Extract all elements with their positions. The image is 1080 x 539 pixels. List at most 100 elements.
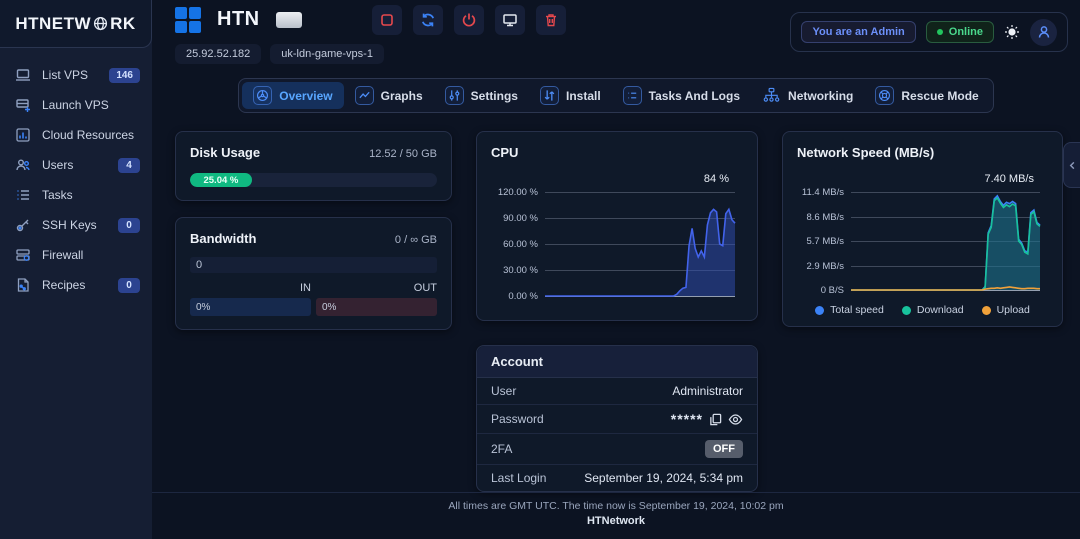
network-speed-title: Network Speed (MB/s) (797, 145, 935, 160)
console-button[interactable] (494, 4, 525, 35)
tab[interactable]: Overview (242, 82, 344, 109)
sidebar-item[interactable]: Tasks (0, 180, 152, 210)
tab[interactable]: Settings (434, 82, 529, 109)
sidebar-item-label: Launch VPS (42, 98, 109, 112)
sidebar-item[interactable]: List VPS 146 (0, 60, 152, 90)
legend-dot-icon (901, 305, 911, 315)
y-tick-label: 60.00 % (503, 239, 538, 250)
power-icon (461, 12, 477, 28)
console-monitor-icon (502, 12, 518, 28)
tabs-wrap: Overview Graphs Settings Install Tasks A… (152, 78, 1080, 113)
network-chart: 11.4 MB/s 8.6 MB/s 5.7 MB/s 2.9 MB/s 0 B/S (802, 187, 1040, 296)
ip-tag[interactable]: 25.92.52.182 (175, 44, 262, 64)
sidebar-item-label: Cloud Resources (42, 128, 135, 142)
brand-logo: HTNETW RK (0, 0, 152, 48)
overview-icon (253, 86, 273, 105)
bandwidth-card: Bandwidth 0 / ∞ GB 0 IN OUT 0% 0% (175, 217, 452, 330)
server-plus-icon (14, 97, 31, 114)
admin-badge[interactable]: You are an Admin (801, 21, 916, 43)
power-button[interactable] (453, 4, 484, 35)
stop-icon (379, 12, 395, 28)
network-legend: Total speed Download Upload (797, 304, 1048, 316)
tab-label: Settings (470, 88, 518, 103)
account-password-row: Password ***** (477, 405, 757, 434)
footer-time-note: All times are GMT UTC. The time now is S… (448, 500, 784, 512)
recipe-icon (14, 277, 31, 294)
delete-button[interactable] (535, 4, 566, 35)
globe-icon (93, 16, 108, 31)
y-tick-label: 120.00 % (497, 187, 538, 198)
flag-icon (275, 11, 302, 28)
tab-bar: Overview Graphs Settings Install Tasks A… (238, 78, 994, 113)
account-last-login-row: Last Login September 19, 2024, 5:34 pm (477, 465, 757, 491)
y-tick-label: 0.00 % (508, 291, 538, 302)
y-tick-label: 0 B/S (820, 285, 844, 296)
sidebar-nav: List VPS 146 Launch VPS Cloud Resources … (0, 48, 152, 300)
task-list-icon (14, 187, 31, 204)
bandwidth-out-value: 0% (322, 301, 337, 313)
network-current-value: 7.40 MB/s (984, 173, 1034, 185)
eye-icon[interactable] (728, 412, 743, 427)
os-windows-icon (175, 6, 201, 33)
server-name: HTN (217, 8, 260, 30)
restart-button[interactable] (412, 4, 443, 35)
legend-label: Upload (996, 304, 1030, 316)
y-tick-label: 2.9 MB/s (806, 260, 845, 272)
count-badge: 0 (118, 277, 140, 293)
sidebar-item[interactable]: SSH Keys 0 (0, 210, 152, 240)
brand-text-suffix: RK (110, 13, 136, 33)
tab-label: Networking (788, 88, 854, 103)
last-login-label: Last Login (491, 471, 547, 485)
stop-button[interactable] (371, 4, 402, 35)
tab-label: Install (565, 88, 601, 103)
account-user-row: User Administrator (477, 378, 757, 405)
user-avatar-button[interactable] (1030, 18, 1057, 46)
sidebar-item[interactable]: Cloud Resources (0, 120, 152, 150)
online-dot-icon (936, 29, 943, 35)
chevron-left-icon (1068, 161, 1077, 170)
disk-usage-card: Disk Usage 12.52 / 50 GB 25.04 % (175, 131, 452, 201)
sidebar-item[interactable]: Recipes 0 (0, 270, 152, 300)
restart-icon (420, 12, 436, 28)
legend-dot-icon (981, 305, 991, 315)
bandwidth-total-label: 0 (196, 259, 203, 271)
y-tick-label: 11.4 MB/s (801, 187, 844, 198)
sidebar-item[interactable]: Launch VPS (0, 90, 152, 120)
firewall-icon (14, 247, 31, 264)
tab[interactable]: Networking (751, 82, 864, 109)
legend-item: Download (901, 304, 964, 316)
theme-toggle-button[interactable] (1004, 24, 1020, 40)
disk-usage-title: Disk Usage (190, 145, 261, 160)
sidebar-item[interactable]: Firewall (0, 240, 152, 270)
account-title: Account (477, 346, 757, 378)
password-label: Password (491, 412, 544, 426)
tab[interactable]: Graphs (344, 82, 434, 109)
tab[interactable]: Install (529, 82, 612, 109)
tab-label: Graphs (380, 88, 423, 103)
twofa-toggle-button[interactable]: OFF (705, 440, 743, 458)
users-icon (14, 157, 31, 174)
tasks-logs-icon (622, 86, 642, 105)
key-icon (14, 217, 31, 234)
sidebar: HTNETW RK List VPS 146 Launch VPS Cloud … (0, 0, 152, 539)
disk-progress-track: 25.04 % (190, 173, 437, 187)
copy-icon[interactable] (709, 413, 722, 426)
tab[interactable]: Rescue Mode (864, 82, 989, 109)
legend-label: Download (916, 304, 964, 316)
bar-chart-icon (14, 127, 31, 144)
sidebar-item-label: Users (42, 158, 74, 172)
content: Disk Usage 12.52 / 50 GB 25.04 % Bandwid… (152, 113, 1080, 492)
bandwidth-in-value: 0% (196, 301, 211, 313)
hostname-tag[interactable]: uk-ldn-game-vps-1 (270, 44, 384, 64)
y-tick-label: 8.6 MB/s (806, 211, 845, 223)
sidebar-item[interactable]: Users 4 (0, 150, 152, 180)
tab[interactable]: Tasks And Logs (612, 82, 751, 109)
footer: All times are GMT UTC. The time now is S… (152, 492, 1080, 539)
network-speed-card: Network Speed (MB/s) 7.40 MB/s 11.4 MB/s… (782, 131, 1063, 327)
bandwidth-out-bar: 0% (316, 298, 437, 316)
disk-percent-label: 25.04 % (203, 174, 239, 186)
sidebar-item-label: List VPS (42, 68, 89, 82)
online-status-badge: Online (925, 21, 994, 43)
sidebar-item-label: SSH Keys (42, 218, 97, 232)
side-drawer-toggle[interactable] (1063, 142, 1080, 188)
